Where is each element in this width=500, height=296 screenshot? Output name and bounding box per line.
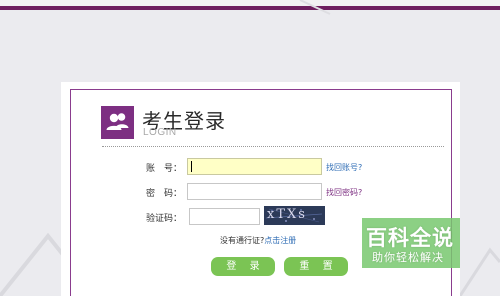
captcha-input[interactable] bbox=[189, 208, 260, 225]
login-button[interactable]: 登 录 bbox=[211, 257, 275, 276]
account-input[interactable] bbox=[187, 158, 322, 175]
register-row: 没有通行证?点击注册 bbox=[220, 235, 296, 246]
captcha-image[interactable]: xTXs bbox=[264, 206, 325, 225]
account-label: 账 号： bbox=[145, 164, 182, 174]
password-input[interactable] bbox=[187, 183, 322, 200]
forgot-account-link[interactable]: 找回账号? bbox=[326, 162, 362, 173]
password-label: 密 码： bbox=[145, 189, 182, 199]
watermark-subtitle: 助你轻松解决 bbox=[372, 251, 444, 264]
register-prompt: 没有通行证? bbox=[220, 236, 265, 245]
header-divider bbox=[102, 146, 444, 147]
register-link[interactable]: 点击注册 bbox=[264, 236, 296, 245]
reset-button[interactable]: 重 置 bbox=[284, 257, 348, 276]
page-subtitle: LOGIN bbox=[143, 127, 177, 138]
captcha-text: xTXs bbox=[267, 207, 307, 222]
captcha-label: 验证码： bbox=[145, 214, 182, 224]
watermark-title: 百科全说 bbox=[366, 226, 454, 250]
users-icon bbox=[101, 106, 134, 139]
forgot-password-link[interactable]: 找回密码? bbox=[326, 187, 362, 198]
text-caret bbox=[191, 161, 192, 172]
